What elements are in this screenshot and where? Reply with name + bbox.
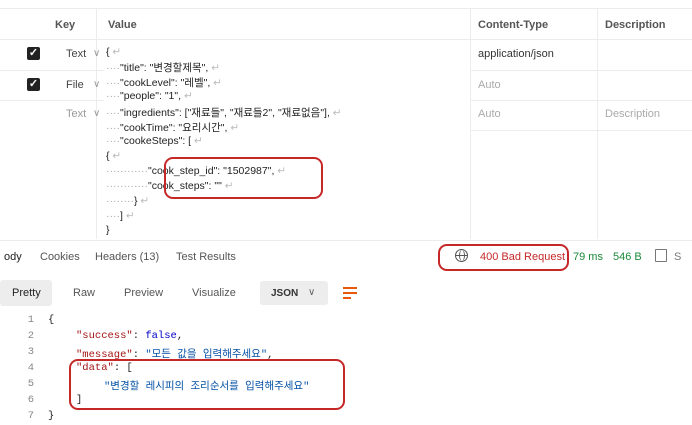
tab-body[interactable]: ody <box>4 251 22 263</box>
row-2-content-type[interactable]: Auto <box>478 79 501 91</box>
value-line-13: } <box>106 224 110 236</box>
chevron-down-icon[interactable]: ∨ <box>93 108 100 119</box>
tab-test-results[interactable]: Test Results <box>176 251 236 263</box>
row-3-type[interactable]: Text <box>66 108 86 120</box>
tab-pretty-label: Pretty <box>12 287 41 299</box>
format-select-label: JSON <box>271 288 299 299</box>
globe-icon[interactable] <box>455 249 468 262</box>
status-size[interactable]: 546 B <box>613 251 642 263</box>
tab-raw[interactable]: Raw <box>73 287 95 299</box>
header-key: Key <box>55 19 76 31</box>
json-line-2: "success": false, <box>76 330 184 342</box>
value-line-12: ····] ↵ <box>106 210 135 222</box>
row-1-checkbox[interactable]: ✓ <box>27 47 40 60</box>
highlight-cook-steps <box>164 157 323 199</box>
value-line-8: { ↵ <box>106 150 122 162</box>
chevron-down-icon[interactable]: ∨ <box>93 48 100 59</box>
tab-preview[interactable]: Preview <box>124 287 163 299</box>
tab-headers[interactable]: Headers (13) <box>95 251 159 263</box>
save-response-label[interactable]: S <box>674 251 681 263</box>
tab-cookies[interactable]: Cookies <box>40 251 80 263</box>
status-time[interactable]: 79 ms <box>573 251 603 263</box>
value-line-1: { ↵ <box>106 46 122 58</box>
row-1-content-type[interactable]: application/json <box>478 48 554 60</box>
save-icon[interactable] <box>655 249 667 262</box>
header-value: Value <box>108 19 137 31</box>
line-number: 4 <box>27 362 34 374</box>
tab-visualize[interactable]: Visualize <box>192 287 236 299</box>
header-description: Description <box>605 19 666 31</box>
row-1-type[interactable]: Text <box>66 48 86 60</box>
value-line-4: ····"people": "1", ↵ <box>106 90 193 102</box>
line-number: 3 <box>27 346 34 358</box>
highlight-data <box>69 359 345 410</box>
row-3-description[interactable]: Description <box>605 108 660 120</box>
value-line-5: ····"ingredients": ["재료들", "재료들2", "재료없음… <box>106 107 342 119</box>
line-number: 1 <box>27 314 34 326</box>
json-line-1: { <box>48 314 55 326</box>
json-line-7: } <box>48 410 55 422</box>
chevron-down-icon: ∨ <box>308 287 316 298</box>
line-number: 2 <box>27 330 34 342</box>
line-number: 6 <box>27 394 34 406</box>
row-2-checkbox[interactable]: ✓ <box>27 78 40 91</box>
row-2-type[interactable]: File <box>66 79 84 91</box>
chevron-down-icon[interactable]: ∨ <box>93 79 100 90</box>
line-number: 7 <box>27 410 34 422</box>
value-line-11: ········} ↵ <box>106 195 150 207</box>
value-line-6: ····"cookTime": "요리시간", ↵ <box>106 122 240 134</box>
value-line-7: ····"cookeSteps": [ ↵ <box>106 135 203 147</box>
checkbox-checked-icon: ✓ <box>28 78 39 90</box>
value-line-3: ····"cookLevel": "레벨", ↵ <box>106 77 222 89</box>
value-line-2: ····"title": "변경할제목", ↵ <box>106 62 221 74</box>
wrap-lines-icon[interactable] <box>343 285 357 299</box>
row-3-content-type[interactable]: Auto <box>478 108 501 120</box>
line-number: 5 <box>27 378 34 390</box>
status-code[interactable]: 400 Bad Request <box>480 251 565 263</box>
header-content-type: Content-Type <box>478 19 549 31</box>
checkbox-checked-icon: ✓ <box>28 47 39 59</box>
